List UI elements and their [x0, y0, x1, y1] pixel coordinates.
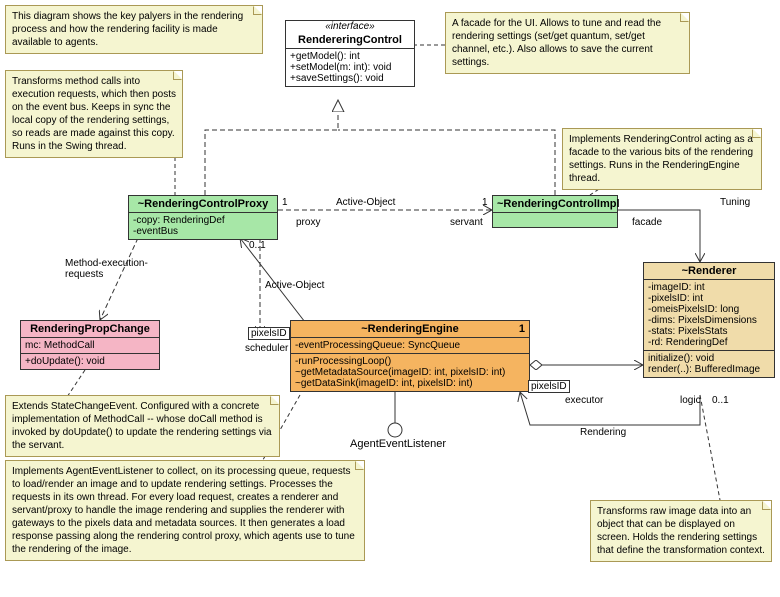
class-title: RendereringControl — [286, 32, 414, 49]
note-proxy: Transforms method calls into execution r… — [5, 70, 183, 158]
multiplicity: 1 — [482, 197, 488, 208]
note-engine: Implements AgentEventListener to collect… — [5, 460, 365, 561]
note-impl: Implements RenderingControl acting as a … — [562, 128, 762, 190]
note-overview: This diagram shows the key palyers in th… — [5, 5, 263, 54]
qualifier-pixelsid: pixelsID — [528, 380, 570, 393]
class-attrs: -eventProcessingQueue: SyncQueue — [291, 338, 529, 354]
note-facade-ui: A facade for the UI. Allows to tune and … — [445, 12, 690, 74]
class-attrs: mc: MethodCall — [21, 338, 159, 354]
class-renderingcontrolimpl: ~RenderingControlImpl — [492, 195, 618, 228]
role-facade: facade — [632, 217, 662, 228]
label-rendering: Rendering — [580, 427, 626, 438]
class-agenteventlistener: AgentEventListener — [350, 438, 446, 450]
role-scheduler: scheduler — [245, 343, 288, 354]
role-servant: servant — [450, 217, 483, 228]
class-ops: +doUpdate(): void — [21, 354, 159, 369]
role-proxy: proxy — [296, 217, 320, 228]
label-method-exec: Method-execution- requests — [65, 258, 148, 280]
role-logic: logic — [680, 395, 701, 406]
class-renderer: ~Renderer -imageID: int -pixelsID: int -… — [643, 262, 775, 378]
label-active-object: Active-Object — [265, 280, 324, 291]
class-attrs: -copy: RenderingDef -eventBus — [129, 213, 277, 239]
note-renderer: Transforms raw image data into an object… — [590, 500, 772, 562]
stereotype: «interface» — [286, 21, 414, 32]
class-title: ~RenderingControlImpl — [493, 196, 617, 213]
class-title: ~RenderingControlProxy — [129, 196, 277, 213]
qualifier-pixelsid: pixelsID — [248, 327, 290, 340]
role-executor: executor — [565, 395, 603, 406]
class-title: ~Renderer — [644, 263, 774, 280]
class-title: ~RenderingEngine — [361, 323, 459, 335]
class-renderingpropchange: RenderingPropChange mc: MethodCall +doUp… — [20, 320, 160, 370]
class-operations: +getModel(): int +setModel(m: int): void… — [286, 49, 414, 86]
note-propchange: Extends StateChangeEvent. Configured wit… — [5, 395, 280, 457]
class-title: RenderingPropChange — [21, 321, 159, 338]
multiplicity: 0..1 — [249, 240, 266, 251]
class-renderingcontrolproxy: ~RenderingControlProxy -copy: RenderingD… — [128, 195, 278, 240]
class-ops: -runProcessingLoop() ~getMetadataSource(… — [291, 354, 529, 391]
class-renderingengine: ~RenderingEngine 1 -eventProcessingQueue… — [290, 320, 530, 392]
class-rendereringcontrol: «interface» RendereringControl +getModel… — [285, 20, 415, 87]
multiplicity: 0..1 — [712, 395, 729, 406]
class-attrs: -imageID: int -pixelsID: int -omeisPixel… — [644, 280, 774, 351]
class-ops: initialize(): void render(..): BufferedI… — [644, 351, 774, 377]
multiplicity: 1 — [282, 197, 288, 208]
multiplicity: 1 — [519, 323, 525, 335]
label-tuning: Tuning — [720, 197, 750, 208]
label-active-object: Active-Object — [336, 197, 395, 208]
